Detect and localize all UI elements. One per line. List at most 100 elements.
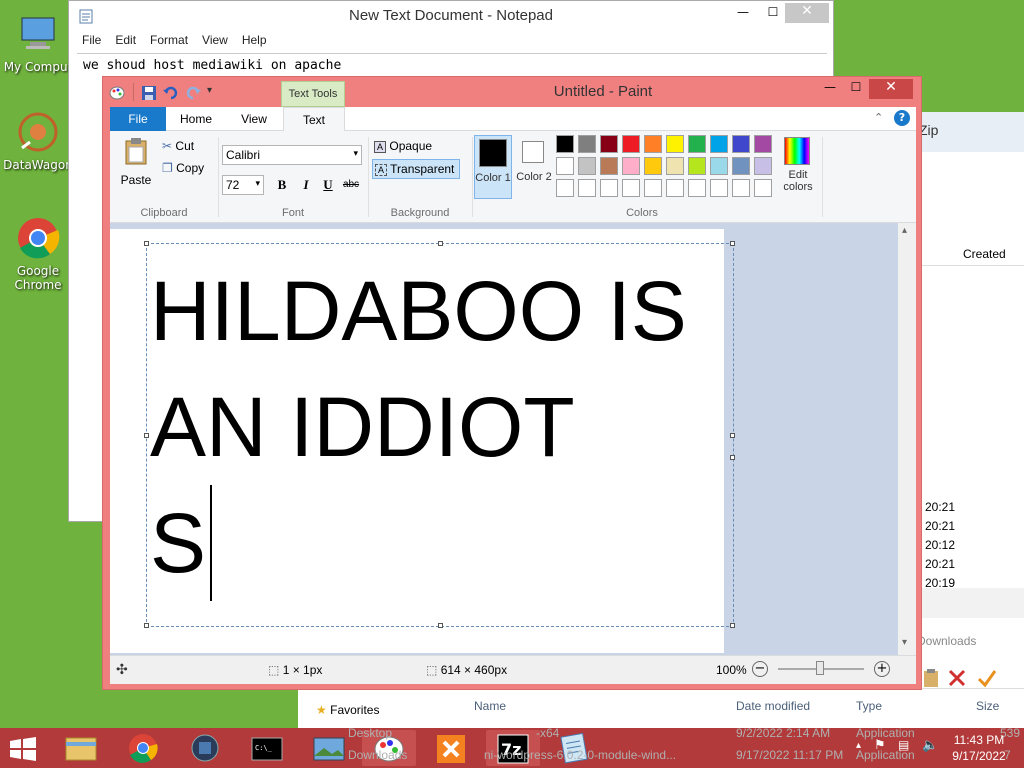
color-swatch[interactable] — [688, 157, 706, 175]
scroll-down-icon[interactable]: ▾ — [902, 637, 907, 648]
desktop-icon-datawagon[interactable]: DataWagon — [0, 110, 76, 172]
zoom-in-button[interactable]: + — [874, 661, 890, 677]
minimize-button[interactable]: — — [817, 80, 843, 100]
underline-button[interactable]: U — [320, 177, 336, 193]
cut-button[interactable]: ✂ Cut — [162, 139, 194, 155]
selection-handle[interactable] — [438, 623, 443, 628]
save-icon[interactable] — [141, 85, 157, 101]
color-swatch[interactable] — [600, 157, 618, 175]
zoom-slider-thumb[interactable] — [816, 661, 824, 675]
favorites-nav[interactable]: ★ Favorites — [316, 703, 379, 717]
maximize-button[interactable]: ☐ — [759, 5, 787, 25]
scroll-up-icon[interactable]: ▴ — [902, 225, 907, 236]
paste-icon[interactable] — [921, 668, 941, 688]
color1-button[interactable]: Color 1 — [474, 135, 512, 199]
collapse-ribbon-icon[interactable]: ⌃ — [874, 111, 888, 125]
start-button[interactable] — [8, 736, 38, 762]
color-swatch[interactable] — [710, 135, 728, 153]
flag-icon[interactable]: ⚑ — [874, 738, 890, 754]
color-swatch[interactable] — [644, 157, 662, 175]
color-swatch[interactable] — [732, 135, 750, 153]
color-swatch[interactable] — [688, 135, 706, 153]
tab-view[interactable]: View — [226, 107, 282, 131]
color-swatch[interactable] — [710, 157, 728, 175]
opaque-button[interactable]: A Opaque — [372, 137, 460, 157]
maximize-button[interactable]: ☐ — [843, 80, 869, 100]
menu-format[interactable]: Format — [143, 33, 195, 51]
color-swatch[interactable] — [732, 157, 750, 175]
taskbar-app-circle[interactable] — [178, 730, 232, 766]
color-swatch[interactable] — [578, 179, 596, 197]
color-swatch[interactable] — [666, 179, 684, 197]
color-swatch[interactable] — [556, 179, 574, 197]
taskbar-command-prompt[interactable]: C:\_ — [240, 730, 294, 766]
color-swatch[interactable] — [622, 179, 640, 197]
tab-text[interactable]: Text — [283, 107, 345, 132]
color-swatch[interactable] — [556, 157, 574, 175]
color-swatch[interactable] — [578, 157, 596, 175]
paint-titlebar[interactable]: ▾ Text Tools Untitled - Paint — ☐ ✕ — [103, 77, 921, 107]
menu-view[interactable]: View — [195, 33, 235, 51]
color-swatch[interactable] — [644, 135, 662, 153]
color2-button[interactable]: Color 2 — [516, 135, 554, 199]
help-icon[interactable]: ? — [894, 110, 910, 126]
quick-access-dropdown-icon[interactable]: ▾ — [207, 85, 219, 101]
volume-icon[interactable]: 🔈 — [922, 738, 940, 754]
paste-button[interactable]: Paste — [116, 135, 156, 191]
selection-handle[interactable] — [144, 433, 149, 438]
strikethrough-button[interactable]: abc — [340, 179, 362, 195]
color-swatch[interactable] — [600, 135, 618, 153]
color-swatch[interactable] — [644, 179, 662, 197]
notepad-titlebar[interactable]: New Text Document - Notepad — ☐ ✕ — [69, 1, 833, 31]
desktop-icon-my-computer[interactable]: My Comput — [0, 12, 76, 74]
selection-handle[interactable] — [144, 623, 149, 628]
bold-button[interactable]: B — [274, 177, 290, 193]
desktop-icon-google-chrome[interactable]: Google Chrome — [0, 216, 76, 292]
color-swatch[interactable] — [754, 135, 772, 153]
font-family-select[interactable]: Calibri ▾ — [222, 145, 362, 165]
minimize-button[interactable]: — — [729, 5, 757, 25]
color-swatch[interactable] — [666, 157, 684, 175]
taskbar-chrome[interactable] — [116, 730, 170, 766]
column-header-created[interactable]: Created — [917, 242, 1024, 266]
vertical-scrollbar[interactable]: ▴ ▾ — [898, 223, 916, 655]
column-header-name[interactable]: Name — [474, 699, 506, 713]
delete-icon[interactable] — [947, 668, 967, 688]
menu-help[interactable]: Help — [235, 33, 274, 51]
tab-home[interactable]: Home — [168, 107, 224, 131]
color-swatch[interactable] — [732, 179, 750, 197]
network-icon[interactable]: ▤ — [898, 738, 916, 754]
column-header-date[interactable]: Date modified — [736, 699, 810, 713]
selection-handle[interactable] — [730, 433, 735, 438]
color-swatch[interactable] — [622, 157, 640, 175]
selection-handle[interactable] — [438, 241, 443, 246]
color-swatch[interactable] — [666, 135, 684, 153]
color-swatch[interactable] — [710, 179, 728, 197]
close-button[interactable]: ✕ — [785, 3, 829, 23]
column-header-type[interactable]: Type — [856, 699, 882, 713]
italic-button[interactable]: I — [298, 177, 314, 193]
canvas-resize-handle[interactable] — [730, 455, 735, 460]
tab-file[interactable]: File — [110, 107, 166, 131]
taskbar-file-explorer[interactable] — [54, 730, 108, 766]
selection-handle[interactable] — [730, 241, 735, 246]
column-header-size[interactable]: Size — [976, 699, 999, 713]
undo-icon[interactable] — [163, 85, 179, 101]
edit-colors-button[interactable]: Edit colors — [778, 135, 816, 201]
redo-icon[interactable] — [185, 85, 201, 101]
transparent-button[interactable]: A Transparent — [372, 159, 460, 179]
copy-button[interactable]: ❐ Copy — [162, 161, 204, 177]
zoom-out-button[interactable]: − — [752, 661, 768, 677]
checkmark-icon[interactable] — [977, 668, 997, 688]
color-swatch[interactable] — [754, 179, 772, 197]
color-swatch[interactable] — [556, 135, 574, 153]
color-swatch[interactable] — [600, 179, 618, 197]
menu-edit[interactable]: Edit — [108, 33, 143, 51]
menu-file[interactable]: File — [75, 33, 108, 51]
color-swatch[interactable] — [688, 179, 706, 197]
color-swatch[interactable] — [622, 135, 640, 153]
show-hidden-icons[interactable]: ▴ — [856, 740, 870, 754]
selection-handle[interactable] — [730, 623, 735, 628]
font-size-select[interactable]: 72 ▾ — [222, 175, 264, 195]
paint-app-icon[interactable] — [109, 85, 125, 101]
